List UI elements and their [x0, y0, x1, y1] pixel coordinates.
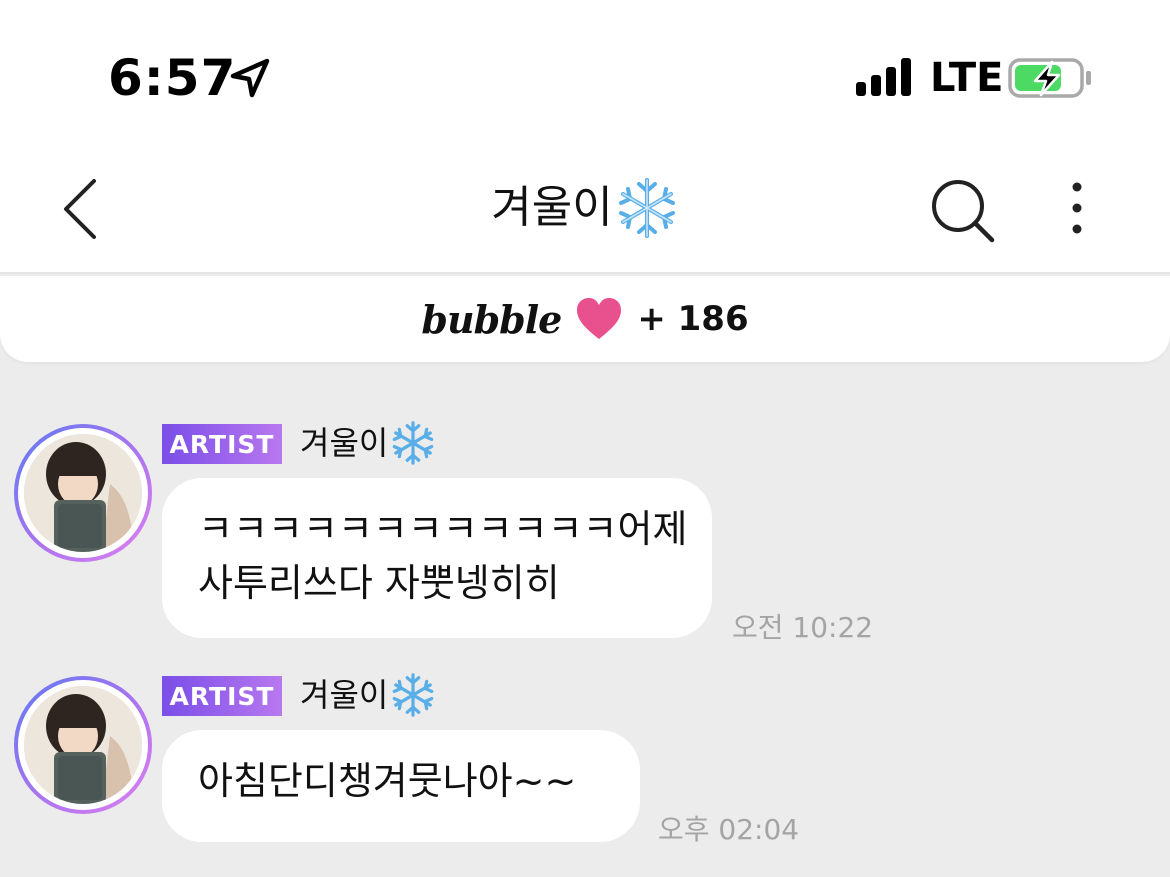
message-bubble[interactable]: 아침단디챙겨뭇나아~~: [162, 730, 640, 842]
chat-header: 겨울이: [0, 150, 1170, 274]
bubble-count: + 186: [637, 299, 749, 339]
avatar[interactable]: [14, 676, 152, 814]
more-vertical-icon[interactable]: [1060, 180, 1094, 236]
snowflake-icon: [393, 673, 434, 717]
sender-name: 겨울이: [300, 676, 389, 714]
network-type-label: LTE: [930, 55, 1004, 101]
signal-bars-icon: [856, 58, 911, 96]
avatar[interactable]: [14, 424, 152, 562]
chat-title-text: 겨울이: [491, 182, 613, 233]
search-icon[interactable]: [930, 178, 996, 244]
avatar-photo: [24, 686, 142, 804]
message-bubble[interactable]: ㅋㅋㅋㅋㅋㅋㅋㅋㅋㅋㅋㅋ어제 사투리쓰다 자뿟넹히히: [162, 478, 712, 638]
status-bar: 6:57 LTE: [0, 0, 1170, 150]
artist-badge: ARTIST: [162, 424, 282, 464]
heart-icon: [577, 298, 622, 339]
message-text-line: 아침단디챙겨뭇나아~~: [198, 759, 577, 803]
sender: 겨울이: [300, 672, 436, 718]
message-text-line: ㅋㅋㅋㅋㅋㅋㅋㅋㅋㅋㅋㅋ어제: [198, 507, 688, 551]
snowflake-icon: [618, 178, 675, 238]
sender: 겨울이: [300, 420, 436, 466]
artist-badge: ARTIST: [162, 676, 282, 716]
avatar-photo: [24, 434, 142, 552]
status-time: 6:57: [108, 49, 237, 107]
message-timestamp: 오전 10:22: [732, 611, 874, 644]
battery-charging-icon: [1008, 58, 1091, 98]
bubble-logo-text: bubble: [421, 296, 562, 342]
sender-name: 겨울이: [300, 424, 389, 462]
bubble-banner[interactable]: bubble + 186: [0, 276, 1170, 362]
snowflake-icon: [393, 421, 434, 465]
location-arrow-icon: [230, 58, 270, 98]
message-timestamp: 오후 02:04: [658, 813, 800, 846]
message-text-line: 사투리쓰다 자뿟넹히히: [198, 561, 560, 605]
